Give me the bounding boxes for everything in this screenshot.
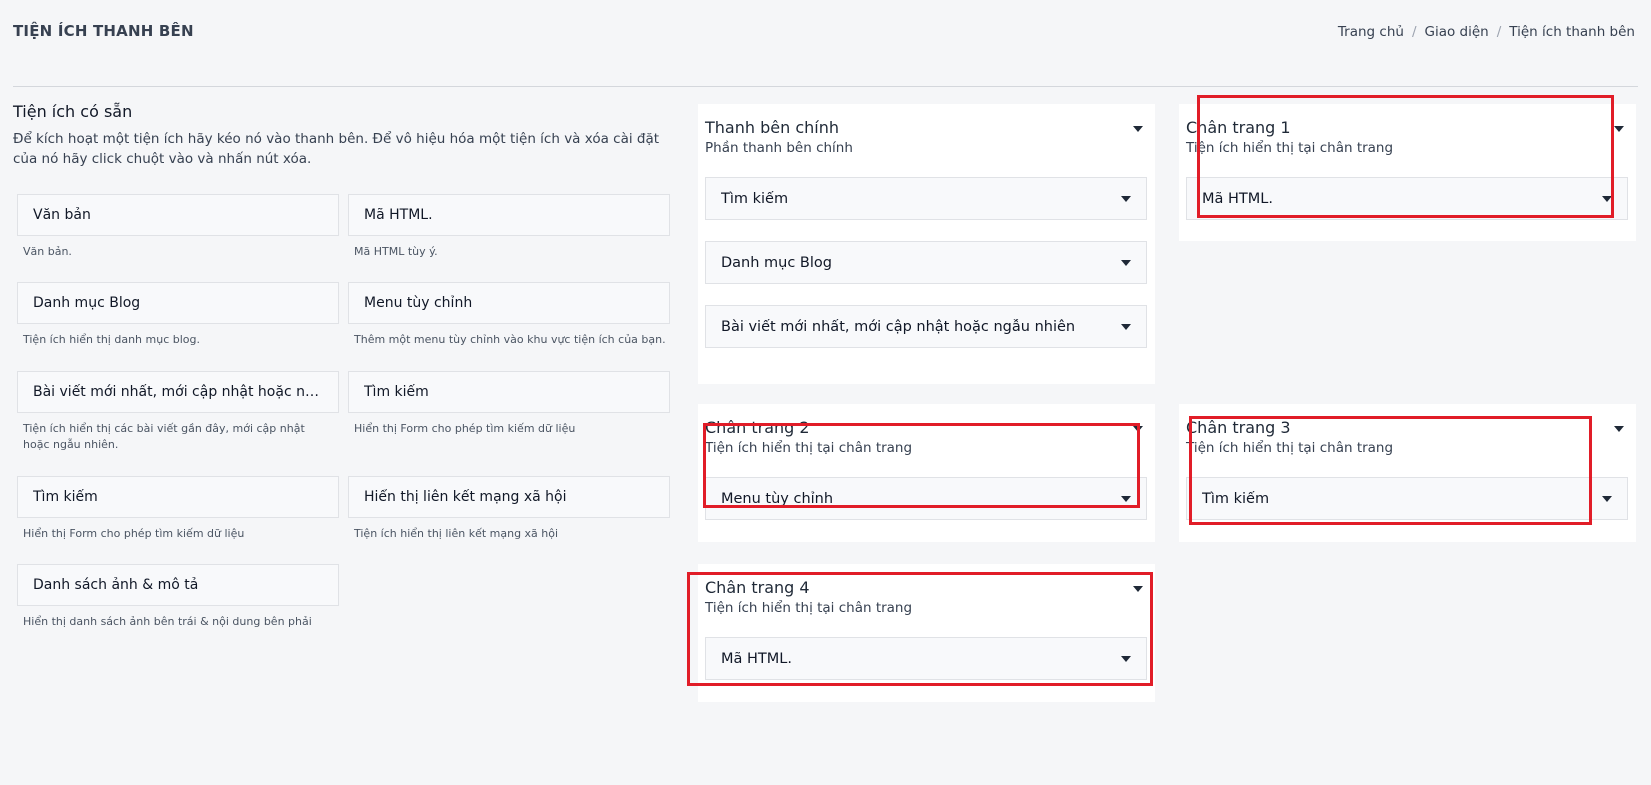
widget-card[interactable]: Văn bản Văn bản. bbox=[17, 194, 339, 260]
widget-name: Hiển thị liên kết mạng xã hội bbox=[364, 489, 567, 505]
placed-widget-label: Mã HTML. bbox=[1202, 190, 1273, 207]
widget-description: Tiện ích hiển thị danh mục blog. bbox=[23, 333, 200, 346]
widget-name: Mã HTML. bbox=[364, 207, 433, 223]
breadcrumb-appearance-link[interactable]: Giao diện bbox=[1425, 24, 1489, 40]
widget-description: Hiển thị Form cho phép tìm kiếm dữ liệu bbox=[354, 422, 576, 435]
widget-name: Danh mục Blog bbox=[33, 295, 141, 311]
caret-down-icon[interactable] bbox=[1121, 259, 1131, 266]
collapse-caret-icon[interactable] bbox=[1614, 126, 1624, 132]
caret-down-icon[interactable] bbox=[1602, 195, 1612, 202]
caret-down-icon[interactable] bbox=[1121, 495, 1131, 502]
placed-widget-label: Tìm kiếm bbox=[721, 190, 789, 207]
placed-widget-label: Bài viết mới nhất, mới cập nhật hoặc ngẫ… bbox=[721, 318, 1076, 335]
placed-widget[interactable]: Mã HTML. bbox=[1186, 177, 1628, 220]
collapse-caret-icon[interactable] bbox=[1133, 586, 1143, 592]
panel-subtitle: Tiện ích hiển thị tại chân trang bbox=[705, 440, 913, 456]
widget-name: Bài viết mới nhất, mới cập nhật hoặc ngẫ… bbox=[33, 384, 323, 400]
sidebar-panel-footer-2: Chân trang 2 Tiện ích hiển thị tại chân … bbox=[698, 404, 1155, 542]
breadcrumb-separator: / bbox=[1496, 24, 1502, 40]
widget-title-box[interactable]: Danh mục Blog bbox=[17, 282, 339, 324]
collapse-caret-icon[interactable] bbox=[1133, 426, 1143, 432]
placed-widget-label: Mã HTML. bbox=[721, 650, 792, 667]
placed-widget[interactable]: Tìm kiếm bbox=[1186, 477, 1628, 520]
available-widgets-description: Để kích hoạt một tiện ích hãy kéo nó vào… bbox=[13, 131, 660, 167]
widget-name: Tìm kiếm bbox=[33, 489, 98, 505]
breadcrumb-home-link[interactable]: Trang chủ bbox=[1338, 24, 1404, 40]
placed-widget[interactable]: Tìm kiếm bbox=[705, 177, 1147, 220]
widget-title-box[interactable]: Menu tùy chỉnh bbox=[348, 282, 670, 324]
widget-card[interactable]: Tìm kiếm Hiển thị Form cho phép tìm kiếm… bbox=[17, 476, 339, 542]
placed-widget[interactable]: Mã HTML. bbox=[705, 637, 1147, 680]
sidebar-panel-footer-4: Chân trang 4 Tiện ích hiển thị tại chân … bbox=[698, 564, 1155, 702]
caret-down-icon[interactable] bbox=[1121, 195, 1131, 202]
page-title: TIỆN ÍCH THANH BÊN bbox=[13, 22, 194, 40]
panel-subtitle: Tiện ích hiển thị tại chân trang bbox=[1186, 440, 1394, 456]
placed-widget-label: Menu tùy chỉnh bbox=[721, 490, 834, 507]
panel-title: Chân trang 4 bbox=[705, 578, 810, 597]
widget-card[interactable]: Menu tùy chỉnh Thêm một menu tùy chỉnh v… bbox=[348, 282, 670, 348]
widget-description: Tiện ích hiển thị liên kết mạng xã hội bbox=[354, 527, 559, 540]
caret-down-icon[interactable] bbox=[1602, 495, 1612, 502]
panel-subtitle: Tiện ích hiển thị tại chân trang bbox=[1186, 140, 1394, 156]
placed-widget[interactable]: Danh mục Blog bbox=[705, 241, 1147, 284]
widget-description: Hiển thị Form cho phép tìm kiếm dữ liệu bbox=[23, 527, 245, 540]
widget-title-box[interactable]: Danh sách ảnh & mô tả bbox=[17, 564, 339, 606]
sidebar-panel-footer-3: Chân trang 3 Tiện ích hiển thị tại chân … bbox=[1179, 404, 1636, 542]
widget-title-box[interactable]: Hiển thị liên kết mạng xã hội bbox=[348, 476, 670, 518]
sidebar-panel-footer-1: Chân trang 1 Tiện ích hiển thị tại chân … bbox=[1179, 104, 1636, 241]
widget-card[interactable]: Tìm kiếm Hiển thị Form cho phép tìm kiếm… bbox=[348, 371, 670, 437]
widget-description: Hiển thị danh sách ảnh bên trái & nội du… bbox=[23, 615, 312, 628]
sidebar-panel-main: Thanh bên chính Phần thanh bên chính Tìm… bbox=[698, 104, 1155, 384]
panel-subtitle: Tiện ích hiển thị tại chân trang bbox=[705, 600, 913, 616]
panel-title: Chân trang 3 bbox=[1186, 418, 1291, 437]
widget-name: Danh sách ảnh & mô tả bbox=[33, 577, 199, 593]
placed-widget-label: Tìm kiếm bbox=[1202, 490, 1270, 507]
widget-description: Mã HTML tùy ý. bbox=[354, 245, 438, 258]
collapse-caret-icon[interactable] bbox=[1133, 126, 1143, 132]
breadcrumb-separator: / bbox=[1411, 24, 1417, 40]
collapse-caret-icon[interactable] bbox=[1614, 426, 1624, 432]
widget-title-box[interactable]: Mã HTML. bbox=[348, 194, 670, 236]
available-widgets-heading: Tiện ích có sẵn bbox=[13, 102, 133, 121]
panel-title: Chân trang 2 bbox=[705, 418, 810, 437]
placed-widget[interactable]: Menu tùy chỉnh bbox=[705, 477, 1147, 520]
widget-card[interactable]: Danh mục Blog Tiện ích hiển thị danh mục… bbox=[17, 282, 339, 348]
widget-name: Văn bản bbox=[33, 207, 91, 223]
breadcrumb-current: Tiện ích thanh bên bbox=[1509, 24, 1635, 40]
panel-title: Thanh bên chính bbox=[705, 118, 839, 137]
widget-card[interactable]: Hiển thị liên kết mạng xã hội Tiện ích h… bbox=[348, 476, 670, 542]
breadcrumb: Trang chủ / Giao diện / Tiện ích thanh b… bbox=[1338, 24, 1635, 40]
placed-widget[interactable]: Bài viết mới nhất, mới cập nhật hoặc ngẫ… bbox=[705, 305, 1147, 348]
widget-name: Tìm kiếm bbox=[364, 384, 429, 400]
widget-card[interactable]: Danh sách ảnh & mô tả Hiển thị danh sách… bbox=[17, 564, 339, 630]
widget-card[interactable]: Mã HTML. Mã HTML tùy ý. bbox=[348, 194, 670, 260]
widget-description: Thêm một menu tùy chỉnh vào khu vực tiện… bbox=[354, 333, 666, 346]
widget-description: Tiện ích hiển thị các bài viết gần đây, … bbox=[23, 422, 305, 451]
widget-title-box[interactable]: Tìm kiếm bbox=[17, 476, 339, 518]
caret-down-icon[interactable] bbox=[1121, 323, 1131, 330]
widget-card[interactable]: Bài viết mới nhất, mới cập nhật hoặc ngẫ… bbox=[17, 371, 339, 453]
widget-title-box[interactable]: Bài viết mới nhất, mới cập nhật hoặc ngẫ… bbox=[17, 371, 339, 413]
header-divider bbox=[13, 86, 1638, 87]
widget-title-box[interactable]: Tìm kiếm bbox=[348, 371, 670, 413]
available-widgets-section: Tiện ích có sẵn Để kích hoạt một tiện íc… bbox=[13, 102, 673, 169]
widget-description: Văn bản. bbox=[23, 245, 72, 258]
panel-title: Chân trang 1 bbox=[1186, 118, 1291, 137]
placed-widget-label: Danh mục Blog bbox=[721, 254, 832, 271]
caret-down-icon[interactable] bbox=[1121, 655, 1131, 662]
widget-name: Menu tùy chỉnh bbox=[364, 295, 473, 311]
panel-subtitle: Phần thanh bên chính bbox=[705, 140, 853, 156]
widget-title-box[interactable]: Văn bản bbox=[17, 194, 339, 236]
